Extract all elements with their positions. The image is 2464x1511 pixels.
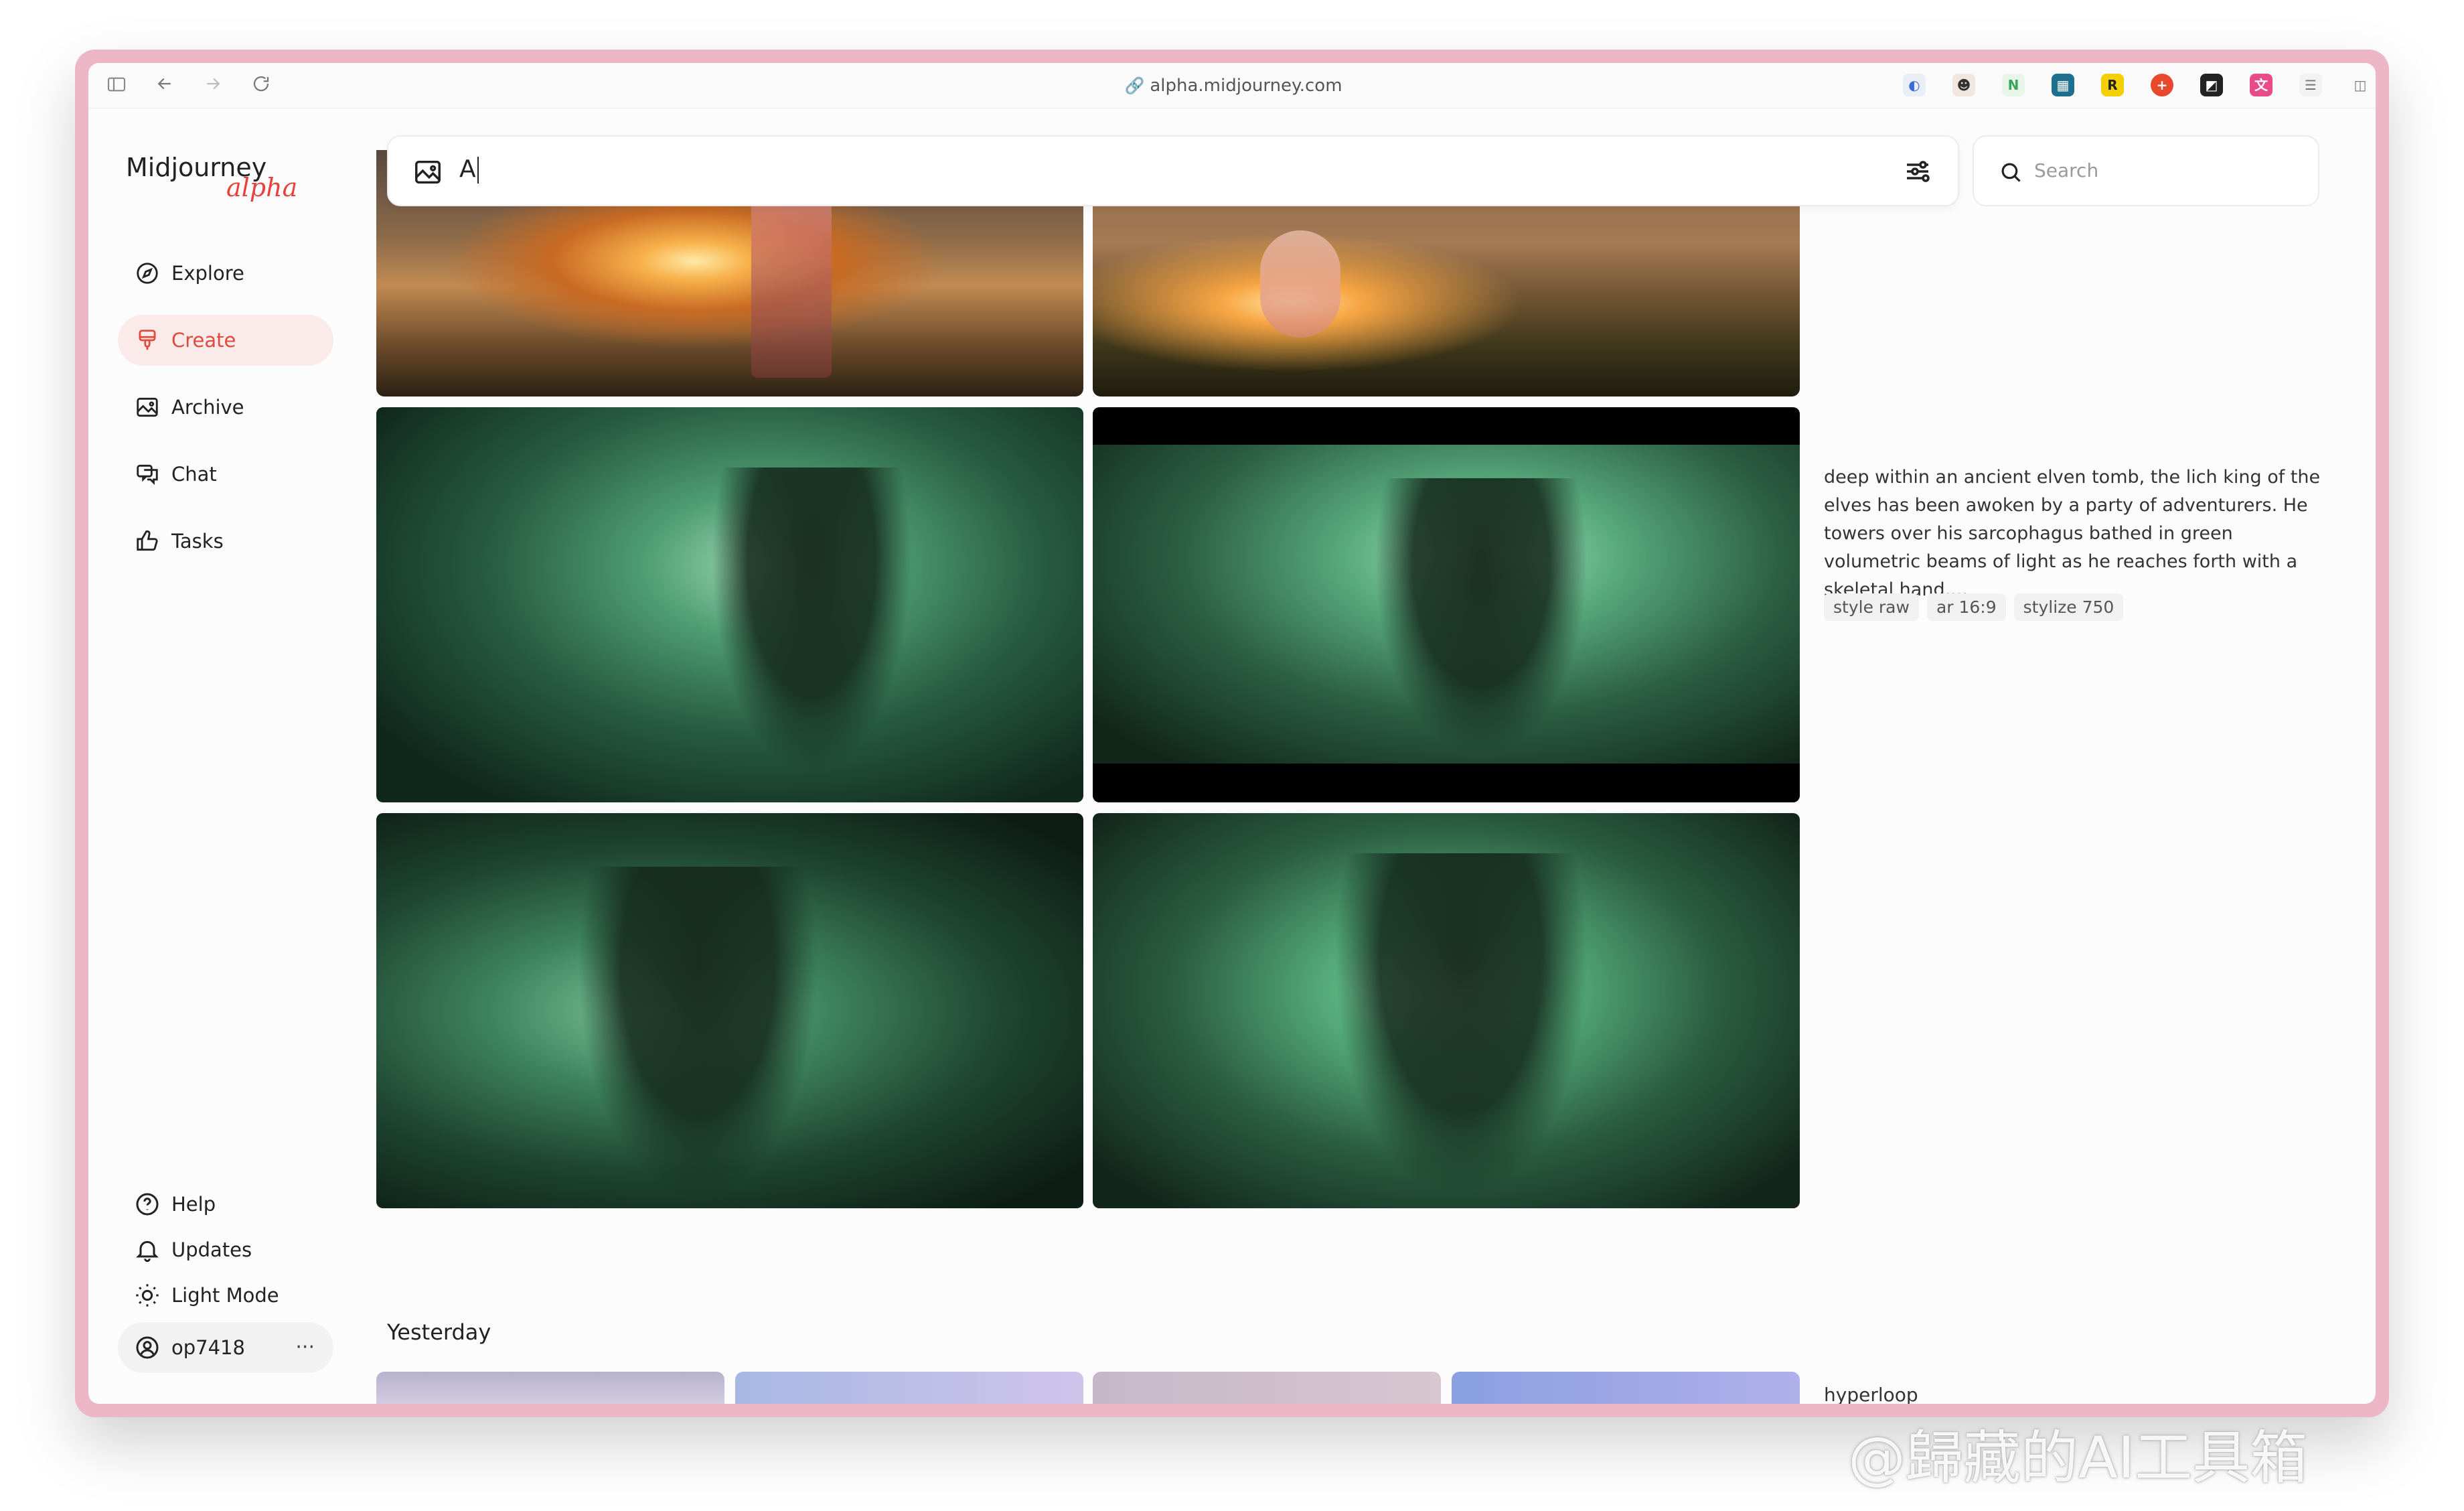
sidebar-item-create[interactable]: Create [118,315,333,366]
image-lich-1[interactable] [376,407,1083,802]
prompt-input[interactable]: A [459,155,479,184]
sidebar-item-explore[interactable]: Explore [118,248,333,299]
extension-icon-7[interactable]: ◩ [2200,74,2223,96]
job-prompt[interactable]: deep within an ancient elven tomb, the l… [1824,463,2333,604]
extension-icon-5[interactable]: R [2101,74,2124,96]
tag-aspect-ratio[interactable]: ar 16:9 [1926,593,2006,621]
thumbnail-hyperloop-4[interactable] [1452,1372,1800,1404]
extension-icon-6[interactable]: + [2151,74,2173,96]
search-box[interactable]: Search [1973,135,2319,206]
watermark: @歸藏的AI工具箱 [1848,1425,2308,1492]
extension-icon-4[interactable]: ▦ [2052,74,2074,96]
lich-figure [711,467,912,776]
split-view-icon[interactable]: ◫ [2349,74,2372,96]
sidebar-item-label: Tasks [171,530,224,553]
sidebar-item-label: Explore [171,262,244,285]
sidebar-item-tasks[interactable]: Tasks [118,516,333,567]
forward-icon[interactable] [201,74,225,98]
reload-icon[interactable] [249,74,273,98]
lich-figure [1374,478,1588,760]
compass-icon [134,260,161,287]
brush-icon [134,327,161,354]
sidebar-item-updates[interactable]: Updates [118,1224,333,1275]
logo-badge: alpha [226,173,298,202]
flamingo-shape [1260,230,1340,338]
tag-style[interactable]: style raw [1824,593,1919,621]
prompt-value: A [459,155,476,183]
sidebar-item-label: Archive [171,396,244,419]
tag-stylize[interactable]: stylize 750 [2013,593,2124,621]
browser-window: 🔗 alpha.midjourney.com ◐ ☻ N ▦ R + ◩ 文 ☰ … [88,63,2376,1404]
bell-icon [134,1236,161,1263]
thumbs-up-icon [134,528,161,555]
sidebar-item-label: Chat [171,463,217,486]
thumbnail-hyperloop-3[interactable] [1093,1372,1441,1404]
chat-icon [134,461,161,488]
sidebar-item-label: Help [171,1193,216,1216]
image-lich-4[interactable] [1093,813,1800,1208]
lich-figure [577,867,818,1202]
sidebar-item-label: Light Mode [171,1284,279,1307]
back-icon[interactable] [153,74,177,98]
thumbnail-hyperloop-2[interactable] [735,1372,1083,1404]
sidebar-item-help[interactable]: Help [118,1179,333,1230]
sidebar-item-label: Updates [171,1238,252,1261]
user-name: op7418 [171,1336,245,1359]
extension-icon-8[interactable]: 文 [2250,74,2273,96]
next-job-prompt[interactable]: hyperloop [1824,1384,1918,1404]
address-bar[interactable]: 🔗 alpha.midjourney.com [1106,72,1361,99]
extension-icon-2[interactable]: ☻ [1952,74,1975,96]
more-options-button[interactable]: ··· [295,1322,315,1373]
image-lich-3[interactable] [376,813,1083,1208]
image-icon [134,394,161,421]
job-tags: style raw ar 16:9 stylize 750 [1824,593,2124,621]
help-icon [134,1191,161,1218]
sidebar-toggle-icon[interactable] [104,74,129,98]
lich-figure [1334,853,1588,1202]
settings-sliders-icon[interactable] [1902,155,1934,188]
sidebar-item-chat[interactable]: Chat [118,449,333,500]
image-letterbox [1093,445,1800,764]
search-placeholder: Search [2034,159,2099,182]
sun-icon [134,1282,161,1309]
prompt-bar[interactable]: A [387,135,1959,206]
sidebar-item-archive[interactable]: Archive [118,382,333,433]
extension-icon-3[interactable]: N [2002,74,2025,96]
user-avatar-icon [134,1334,161,1361]
extension-icon-1[interactable]: ◐ [1903,74,1926,96]
sidebar-item-label: Create [171,329,236,352]
extension-icon-9[interactable]: ☰ [2299,74,2322,96]
browser-toolbar: 🔗 alpha.midjourney.com ◐ ☻ N ▦ R + ◩ 文 ☰ … [88,63,2376,109]
image-upload-icon[interactable] [412,157,443,188]
link-icon: 🔗 [1124,76,1145,95]
search-icon [1998,159,2023,185]
user-menu[interactable]: op7418 ··· [118,1322,333,1373]
section-yesterday: Yesterday [387,1319,491,1345]
sidebar-item-light-mode[interactable]: Light Mode [118,1270,333,1321]
app-logo[interactable]: Midjourney alpha [126,153,297,202]
thumbnail-hyperloop-1[interactable] [376,1372,724,1404]
url-text: alpha.midjourney.com [1150,76,1342,96]
text-caret [477,157,479,184]
image-lich-2[interactable] [1093,407,1800,802]
